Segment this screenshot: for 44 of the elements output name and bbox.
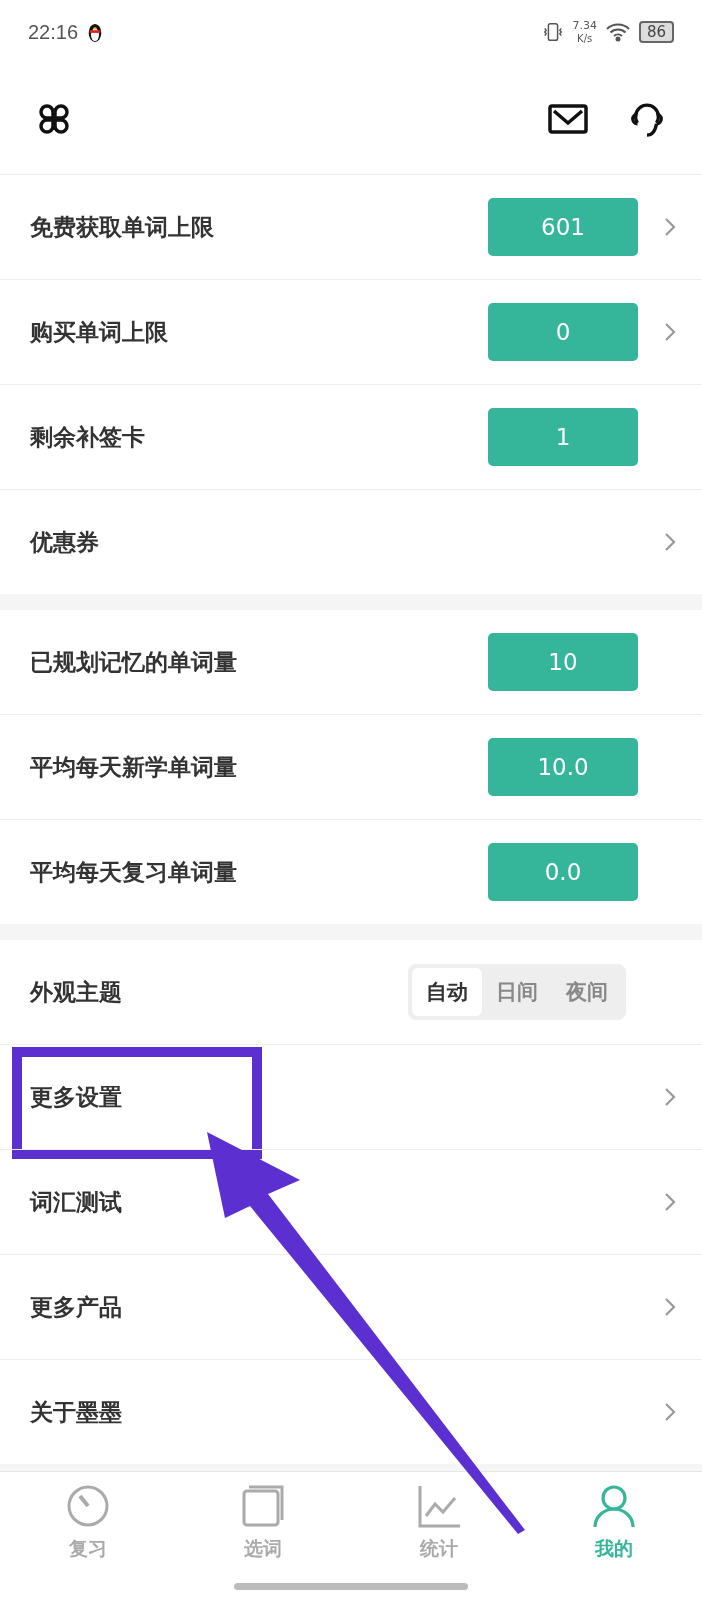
value-badge: 10.0	[488, 738, 638, 796]
chevron-icon[interactable]	[664, 217, 676, 237]
row-label: 购买单词上限	[30, 317, 168, 347]
person-icon	[592, 1484, 637, 1528]
vibrate-icon	[542, 21, 565, 43]
theme-option[interactable]: 日间	[482, 968, 552, 1016]
row-label: 关于墨墨	[30, 1397, 122, 1427]
chevron-icon[interactable]	[664, 532, 676, 552]
value-badge: 0	[488, 303, 638, 361]
row-label: 更多设置	[30, 1082, 122, 1112]
value-badge: 0.0	[488, 843, 638, 901]
chevron-icon[interactable]	[664, 1297, 676, 1317]
cards-icon	[241, 1484, 286, 1528]
chevron-icon[interactable]	[664, 322, 676, 342]
row-label: 更多产品	[30, 1292, 122, 1322]
row-label: 剩余补签卡	[30, 422, 145, 452]
value-badge: 10	[488, 633, 638, 691]
theme-option[interactable]: 自动	[412, 968, 482, 1016]
chevron-icon[interactable]	[664, 1192, 676, 1212]
speed-unit: K/s	[577, 32, 593, 44]
mail-icon[interactable]	[548, 103, 588, 135]
row-label: 优惠券	[30, 527, 99, 557]
battery-indicator: 86	[638, 21, 674, 43]
value-badge: 601	[488, 198, 638, 256]
row-label: 免费获取单词上限	[30, 212, 214, 242]
clover-icon[interactable]	[36, 101, 72, 137]
row-label: 平均每天新学单词量	[30, 752, 237, 782]
value-badge: 1	[488, 408, 638, 466]
tab-item[interactable]: 选词	[241, 1484, 286, 1562]
wifi-icon	[604, 22, 631, 42]
gauge-icon	[65, 1484, 110, 1528]
line-chart-icon	[416, 1484, 461, 1528]
row-label: 词汇测试	[30, 1187, 122, 1217]
chevron-icon[interactable]	[664, 1402, 676, 1422]
tab-item[interactable]: 我的	[592, 1484, 637, 1562]
row-label: 外观主题	[30, 977, 122, 1007]
tab-item[interactable]: 统计	[416, 1484, 461, 1562]
row-label: 平均每天复习单词量	[30, 857, 237, 887]
status-time: 22:16	[28, 20, 79, 44]
tab-item[interactable]: 复习	[65, 1484, 110, 1562]
row-label: 已规划记忆的单词量	[30, 647, 237, 677]
theme-option[interactable]: 夜间	[552, 968, 622, 1016]
chevron-icon[interactable]	[664, 1087, 676, 1107]
network-speed: 7.34	[572, 20, 597, 33]
